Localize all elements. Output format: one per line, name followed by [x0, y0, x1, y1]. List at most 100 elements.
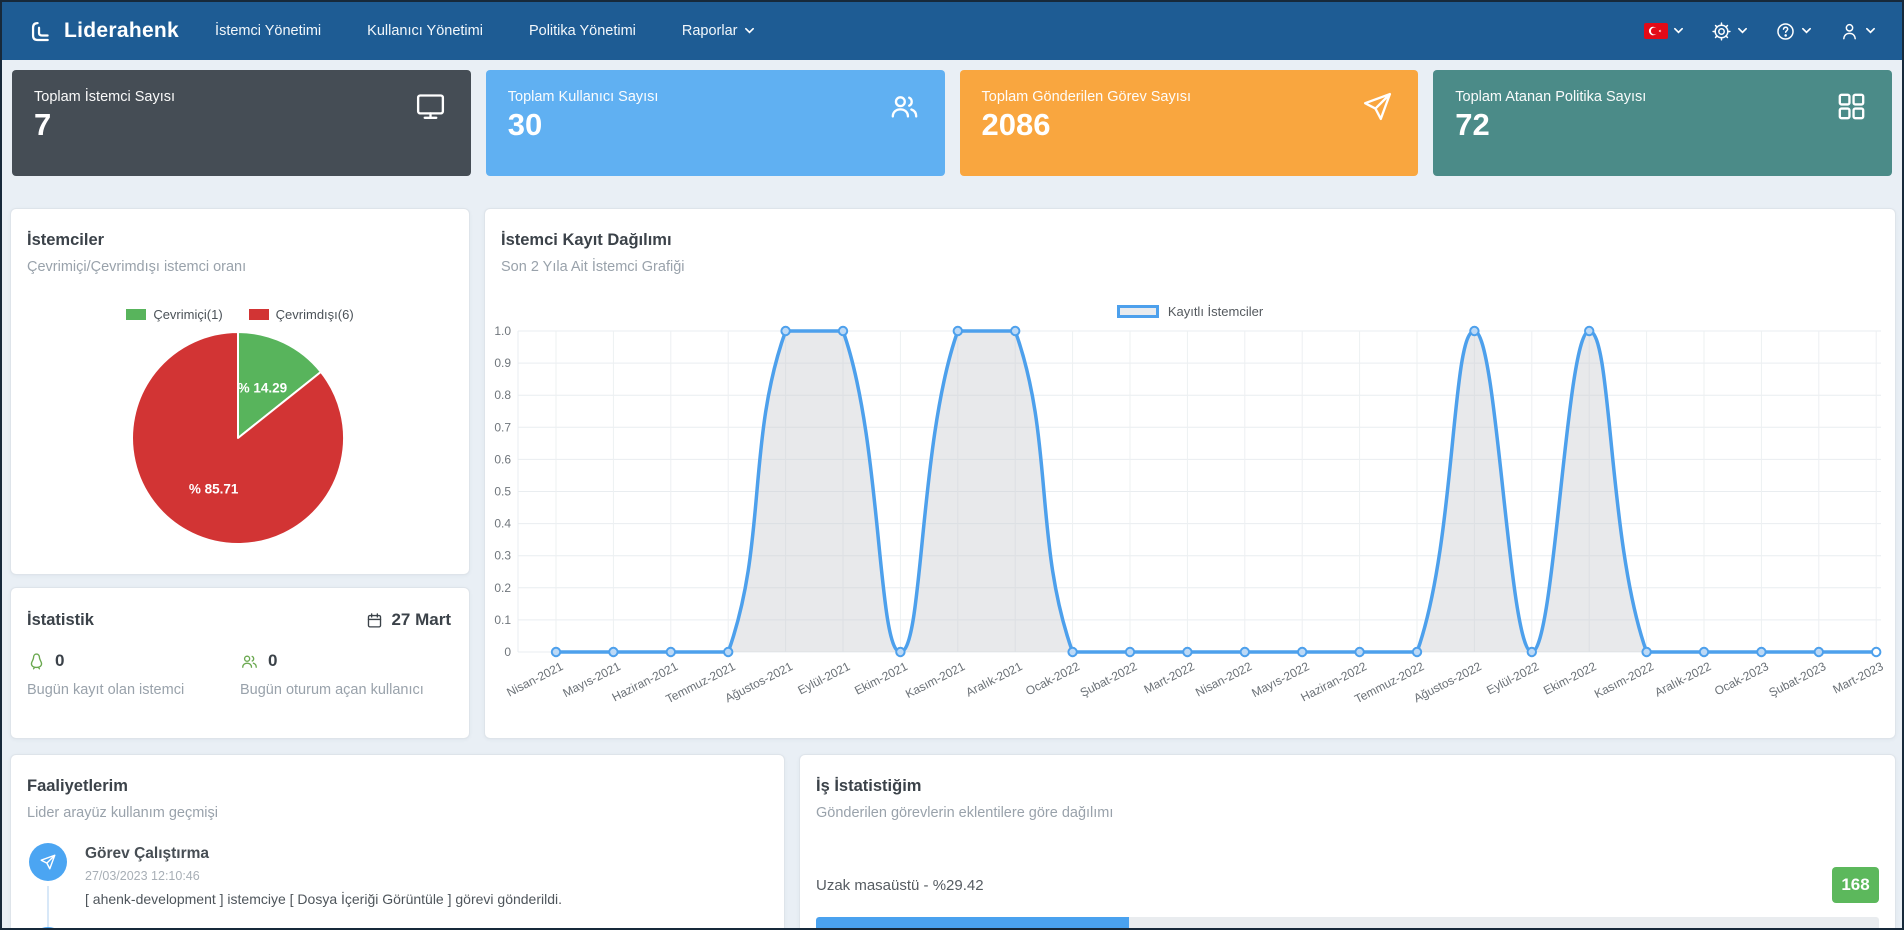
users-icon	[240, 652, 259, 671]
activities-panel: Faaliyetlerim Lider arayüz kullanım geçm…	[10, 754, 785, 930]
settings-menu[interactable]	[1711, 21, 1748, 42]
task-statistics-panel: İş İstatistiğim Gönderilen görevlerin ek…	[799, 754, 1896, 930]
nav-right	[1644, 21, 1876, 42]
nav-item-2[interactable]: Kullanıcı Yönetimi	[367, 23, 483, 39]
data-point[interactable]	[1700, 648, 1708, 656]
data-point[interactable]	[1757, 648, 1765, 656]
data-point[interactable]	[552, 648, 560, 656]
pie-legend-swatch	[249, 309, 269, 320]
y-axis-tick-label: 0.5	[494, 485, 511, 499]
data-point[interactable]	[1241, 648, 1249, 656]
help-icon	[1775, 21, 1796, 42]
legend-label: Kayıtlı İstemciler	[1168, 304, 1263, 319]
x-axis-tick-label: Şubat-2023	[1767, 659, 1829, 700]
line-chart-legend[interactable]: Kayıtlı İstemciler	[485, 304, 1895, 319]
nav-item-3[interactable]: Politika Yönetimi	[529, 23, 636, 39]
data-point[interactable]	[1413, 648, 1421, 656]
x-axis-tick-label: Eylül-2022	[1484, 659, 1541, 697]
data-point[interactable]	[839, 327, 847, 335]
data-point[interactable]	[1298, 648, 1306, 656]
data-point[interactable]	[1528, 648, 1536, 656]
stat-item-value: 0	[55, 651, 64, 671]
pie-legend-label: Çevrimdışı(6)	[276, 307, 354, 322]
task-progress-fill	[816, 917, 1129, 930]
data-point[interactable]	[1355, 648, 1363, 656]
stat-card-2[interactable]: Toplam Kullanıcı Sayısı30	[486, 70, 945, 176]
x-axis-tick-label: Şubat-2022	[1078, 659, 1140, 700]
stat-card-4[interactable]: Toplam Atanan Politika Sayısı 72	[1433, 70, 1892, 176]
data-point[interactable]	[1815, 648, 1823, 656]
data-point[interactable]	[781, 327, 789, 335]
brand-name: Liderahenk	[64, 19, 179, 43]
data-point[interactable]	[1585, 327, 1593, 335]
stat-card-label: Toplam Kullanıcı Sayısı	[508, 89, 923, 105]
data-point[interactable]	[1470, 327, 1478, 335]
pie-slice-label: % 14.29	[238, 380, 288, 395]
stat-card-value: 72	[1455, 109, 1870, 140]
pie-legend-item-1[interactable]: Çevrimiçi(1)	[126, 307, 222, 322]
statistics-items: 0 Bugün kayıt olan istemci0 Bugün oturum a…	[27, 651, 453, 698]
y-axis-tick-label: 0.3	[494, 549, 511, 563]
user-menu[interactable]	[1839, 21, 1876, 42]
stat-item-1: 0 Bugün kayıt olan istemci	[27, 651, 240, 698]
stat-card-value: 7	[34, 109, 449, 140]
pie-legend-item-2[interactable]: Çevrimdışı(6)	[249, 307, 354, 322]
nav-item-1[interactable]: İstemci Yönetimi	[215, 23, 321, 39]
penguin-icon	[27, 652, 46, 671]
x-axis-tick-label: Kasım-2021	[903, 659, 967, 701]
data-point[interactable]	[1011, 327, 1019, 335]
activity-item-1: Görev Çalıştırma27/03/2023 12:10:46[ ahe…	[29, 843, 768, 927]
statistics-panel-title: İstatistik	[27, 611, 94, 630]
x-axis-tick-label: Ocak-2023	[1712, 659, 1771, 698]
nav-item-label: Raporlar	[682, 23, 738, 39]
x-axis-tick-label: Aralık-2022	[1652, 659, 1713, 699]
task-stat-label: Uzak masaüstü - %29.42	[816, 877, 984, 894]
x-axis-tick-label: Ekim-2022	[1541, 659, 1599, 698]
nav-item-4[interactable]: Raporlar	[682, 23, 755, 39]
gear-icon	[1711, 21, 1732, 42]
stat-card-label: Toplam Atanan Politika Sayısı	[1455, 89, 1870, 105]
brand-logo[interactable]: Liderahenk	[28, 18, 179, 45]
data-point[interactable]	[1872, 648, 1880, 656]
x-axis-tick-label: Nisan-2021	[504, 659, 565, 699]
stat-item-label: Bugün kayıt olan istemci	[27, 682, 240, 698]
x-axis-tick-label: Mart-2023	[1830, 659, 1885, 696]
x-axis-tick-label: Eylül-2021	[795, 659, 852, 697]
data-point[interactable]	[896, 648, 904, 656]
stat-card-1[interactable]: Toplam İstemci Sayısı 7	[12, 70, 471, 176]
data-point[interactable]	[1183, 648, 1191, 656]
calendar-icon	[366, 612, 383, 629]
legend-swatch	[1117, 305, 1159, 318]
stat-item-label: Bugün oturum açan kullanıcı	[240, 682, 453, 698]
stat-card-3[interactable]: Toplam Gönderilen Görev Sayısı2086	[960, 70, 1419, 176]
nav-item-label: Kullanıcı Yönetimi	[367, 23, 483, 39]
x-axis-tick-label: Nisan-2022	[1193, 659, 1254, 699]
liderahenk-dashboard: Liderahenk İstemci Yönetimi Kullanıcı Yön…	[0, 0, 1904, 930]
statistics-date-label: 27 Mart	[391, 610, 451, 630]
chevron-down-icon	[1737, 27, 1748, 35]
data-point[interactable]	[1642, 648, 1650, 656]
pie-legend-swatch	[126, 309, 146, 320]
monitor-icon	[414, 90, 447, 123]
data-point[interactable]	[954, 327, 962, 335]
users-icon	[888, 90, 921, 123]
nav-item-label: Politika Yönetimi	[529, 23, 636, 39]
task-rows: Uzak masaüstü - %29.42168	[816, 867, 1879, 930]
chevron-down-icon	[1801, 27, 1812, 35]
data-point[interactable]	[1126, 648, 1134, 656]
stat-card-label: Toplam İstemci Sayısı	[34, 89, 449, 105]
data-point[interactable]	[609, 648, 617, 656]
data-point[interactable]	[667, 648, 675, 656]
y-axis-tick-label: 0.8	[494, 388, 511, 402]
chevron-down-icon	[744, 27, 755, 35]
client-registration-line-chart: 00.10.20.30.40.50.60.70.80.91.0Nisan-202…	[485, 209, 1895, 738]
x-axis-tick-label: Ocak-2022	[1023, 659, 1082, 698]
liderahenk-logo-icon	[28, 18, 55, 45]
data-point[interactable]	[724, 648, 732, 656]
y-axis-tick-label: 0.6	[494, 452, 511, 466]
activity-title: Görev Çalıştırma	[85, 843, 562, 863]
data-point[interactable]	[1068, 648, 1076, 656]
help-menu[interactable]	[1775, 21, 1812, 42]
language-selector[interactable]	[1644, 23, 1684, 39]
x-axis-tick-label: Ekim-2021	[852, 659, 910, 698]
